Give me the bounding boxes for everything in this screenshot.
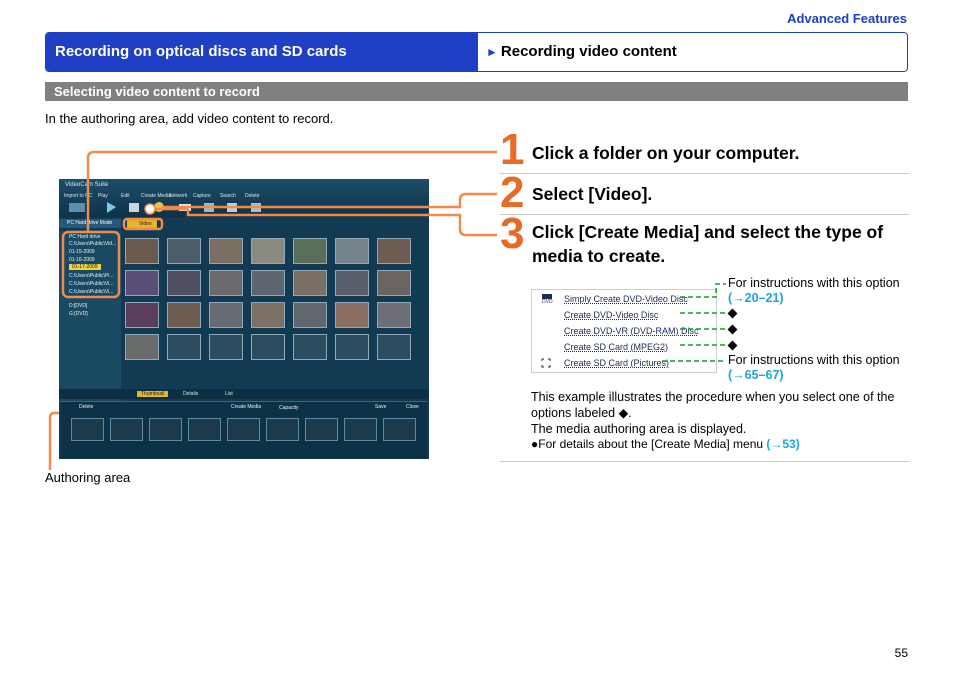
result-text: The media authoring area is displayed. [531, 422, 747, 436]
note-bottom-text: For instructions with this option [728, 353, 900, 367]
authoring-area-caption: Authoring area [45, 470, 131, 485]
page-number: 55 [894, 646, 908, 660]
note-top-text: For instructions with this option [728, 276, 900, 290]
details-link[interactable]: (→53) [766, 437, 799, 451]
details-bullet-text: ●For details about the [Create Media] me… [531, 437, 767, 451]
details-bullet: ●For details about the [Create Media] me… [531, 436, 909, 452]
option-callouts [662, 283, 726, 362]
explanation-text: This example illustrates the procedure w… [531, 390, 895, 420]
note-bottom-link[interactable]: (→65–67) [728, 368, 784, 382]
note-top-link[interactable]: (→20–21) [728, 291, 784, 305]
divider [500, 461, 909, 462]
